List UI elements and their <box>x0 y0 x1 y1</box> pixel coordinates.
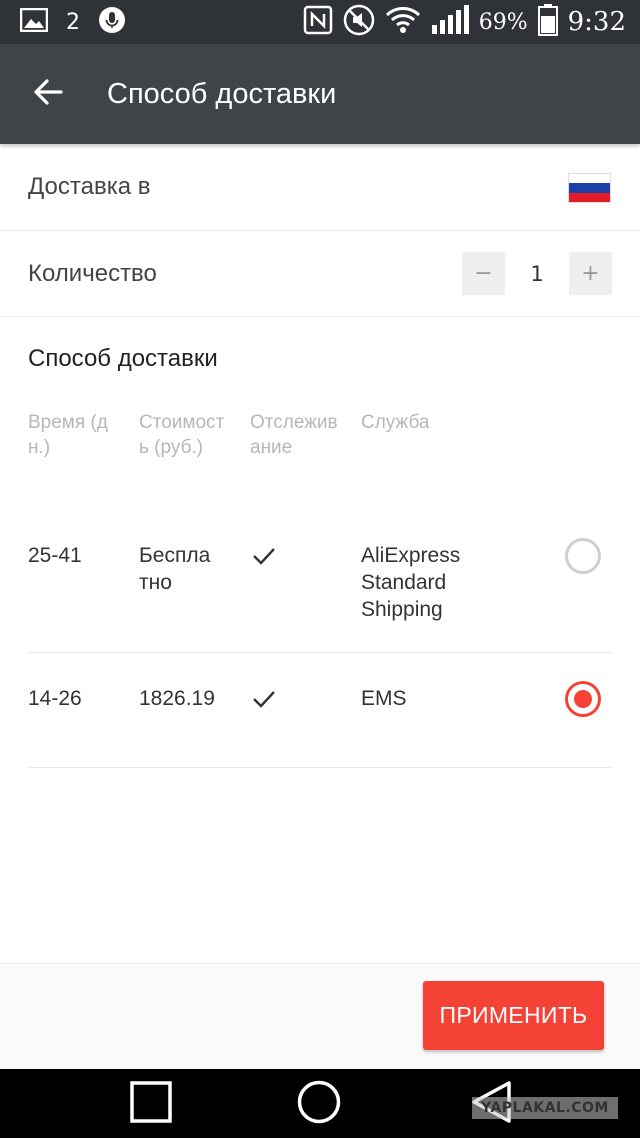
shipping-option-row[interactable]: 25-41 Бесплатно AliExpress Standard Ship… <box>0 510 640 653</box>
quantity-row: Количество − 1 + <box>0 231 640 317</box>
battery-percent: 69% <box>478 9 528 35</box>
russia-flag-icon[interactable] <box>568 173 611 203</box>
status-bar-left: 2 <box>19 0 126 44</box>
option-radio-selected[interactable] <box>565 681 601 717</box>
column-header-tracking: Отслеживание <box>250 412 338 458</box>
column-header-service: Служба <box>361 412 430 433</box>
mic-icon <box>98 6 126 38</box>
quantity-stepper: − 1 + <box>462 252 612 295</box>
clock: 9:32 <box>567 7 626 37</box>
flag-stripe-white <box>569 174 610 184</box>
app-bar: Способ доставки <box>0 44 640 144</box>
action-footer: ПРИМЕНИТЬ <box>0 963 640 1069</box>
quantity-decrement-button[interactable]: − <box>462 252 505 295</box>
recent-apps-button[interactable] <box>126 1081 176 1127</box>
system-nav-bar: YAPLAKAL.COM <box>0 1069 640 1138</box>
signal-icon <box>431 5 469 39</box>
option-radio[interactable] <box>565 538 601 574</box>
watermark: YAPLAKAL.COM <box>472 1097 618 1119</box>
flag-stripe-red <box>569 192 610 202</box>
check-icon <box>252 690 276 712</box>
option-delivery-time: 14-26 <box>28 687 82 710</box>
notification-count: 2 <box>66 9 80 35</box>
mute-icon <box>343 4 375 40</box>
status-bar-right: 69% 9:32 <box>303 0 626 44</box>
delivery-country-label: Доставка в <box>28 173 151 200</box>
status-bar: 2 69% 9:32 <box>0 0 640 44</box>
column-header-time: Время (дн.) <box>28 412 108 458</box>
back-button[interactable] <box>22 70 74 118</box>
apply-button[interactable]: ПРИМЕНИТЬ <box>423 981 604 1050</box>
shipping-option-row[interactable]: 14-26 1826.19 EMS <box>0 653 640 768</box>
option-service: EMS <box>361 687 407 710</box>
quantity-value: 1 <box>530 261 544 286</box>
column-header-cost: Стоимость (руб.) <box>139 412 225 458</box>
quantity-increment-button[interactable]: + <box>569 252 612 295</box>
quantity-label: Количество <box>28 260 157 287</box>
square-icon <box>129 1080 173 1128</box>
divider <box>28 767 612 768</box>
option-service: AliExpress Standard Shipping <box>361 544 461 621</box>
page-title: Способ доставки <box>107 78 337 110</box>
wifi-icon <box>385 6 421 38</box>
check-icon <box>252 547 276 569</box>
image-icon <box>19 7 49 36</box>
circle-icon <box>296 1079 342 1129</box>
option-delivery-time: 25-41 <box>28 544 82 567</box>
flag-stripe-blue <box>569 183 610 193</box>
nfc-icon <box>303 5 333 39</box>
arrow-left-icon <box>33 79 63 109</box>
shipping-section-title: Способ доставки <box>28 345 218 372</box>
option-cost: Бесплатно <box>139 544 211 594</box>
option-cost: 1826.19 <box>139 687 215 710</box>
battery-icon <box>537 4 558 40</box>
delivery-country-row[interactable]: Доставка в <box>0 144 640 231</box>
home-button[interactable] <box>294 1079 344 1129</box>
